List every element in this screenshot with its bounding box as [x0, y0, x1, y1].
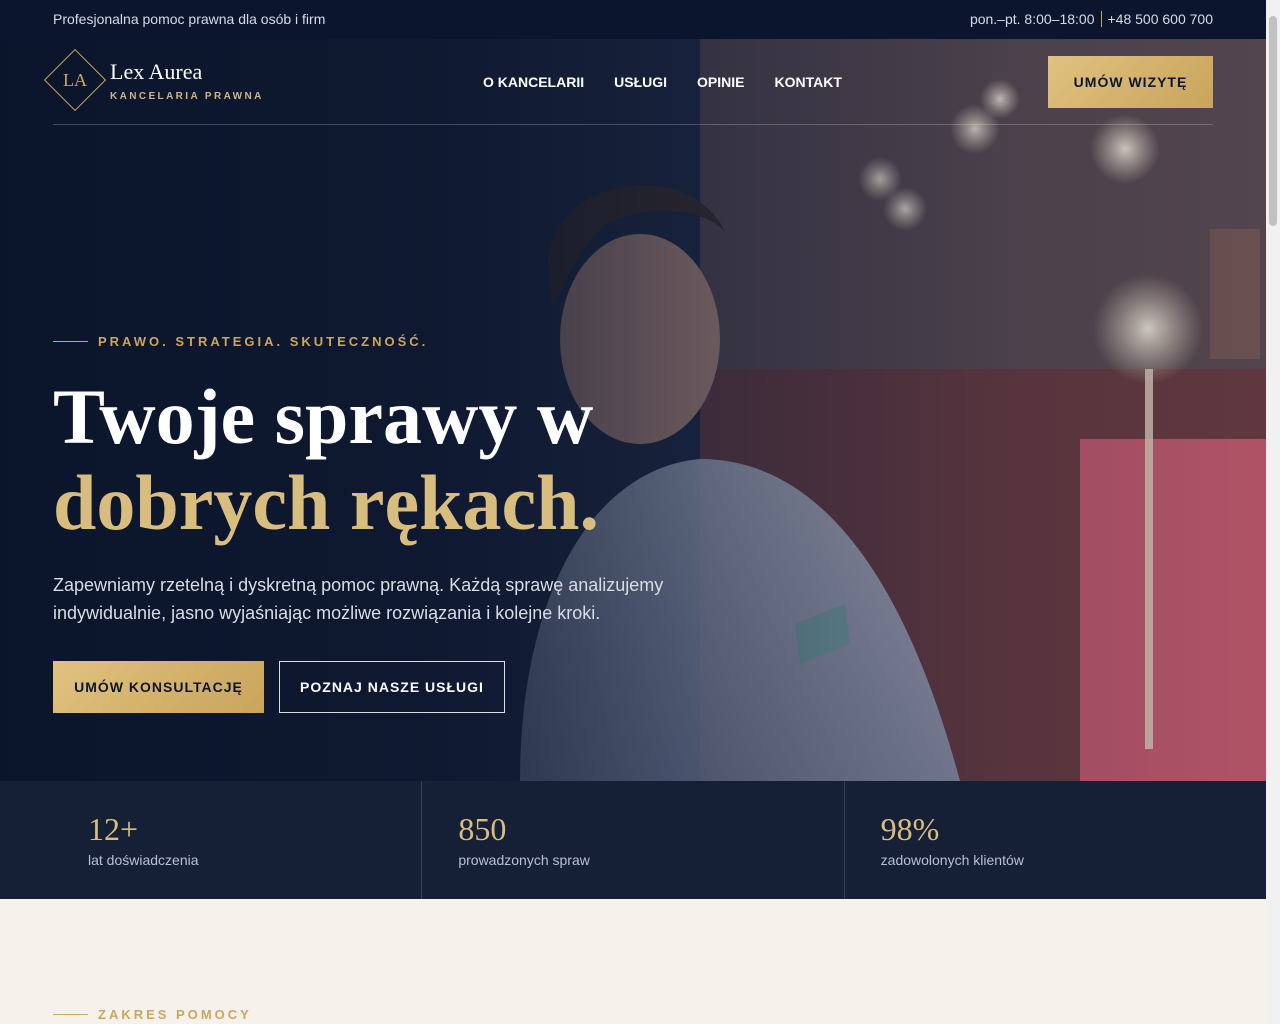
opening-hours: pon.–pt. 8:00–18:00 [969, 11, 1095, 27]
hero-lead: Zapewniamy rzetelną i dyskretną pomoc pr… [53, 575, 664, 623]
hero-title-line1: Twoje sprawy w [53, 373, 594, 460]
book-consultation-button[interactable]: UMÓW KONSULTACJĘ [53, 661, 264, 713]
explore-services-button[interactable]: POZNAJ NASZE USŁUGI [279, 661, 505, 713]
hero-tagline: PRAWO. STRATEGIA. SKUTECZNOŚĆ. [53, 334, 428, 349]
stat-value: 12+ [88, 811, 139, 847]
hero-section: LA Lex Aurea KANCELARIA PRAWNA O KANCELA… [0, 39, 1266, 781]
logo[interactable]: LA Lex Aurea KANCELARIA PRAWNA [43, 48, 264, 112]
scrollbar-thumb[interactable] [1269, 16, 1277, 226]
nav-item-uslugi[interactable]: USŁUGI [614, 74, 667, 90]
stat-item: 12+ lat doświadczenia [0, 781, 423, 899]
nav-item-kontakt[interactable]: KONTAKT [774, 74, 841, 90]
brand-name: Lex Aurea [110, 58, 203, 84]
nav-item-opinie[interactable]: OPINIE [697, 74, 744, 90]
stat-label: prowadzonych spraw [458, 852, 590, 868]
hero-title-line2: dobrych rękach. [53, 459, 599, 546]
stat-value: 850 [458, 811, 507, 847]
stat-label: zadowolonych klientów [880, 852, 1024, 868]
separator [1100, 11, 1102, 27]
tagline-line [53, 1014, 88, 1015]
hero-tagline-text: PRAWO. STRATEGIA. SKUTECZNOŚĆ. [98, 334, 429, 349]
page-scrollbar[interactable] [1266, 0, 1280, 1024]
hero-title: Twoje sprawy w dobrych rękach. [53, 374, 599, 546]
stats-bar: 12+ lat doświadczenia 850 prowadzonych s… [0, 781, 1266, 899]
nav-item-o-kancelarii[interactable]: O KANCELARII [483, 74, 584, 90]
top-info-text: Profesjonalna pomoc prawna dla osób i fi… [53, 11, 326, 27]
main-nav: O KANCELARII USŁUGI OPINIE KONTAKT [483, 74, 842, 90]
logo-text: Lex Aurea KANCELARIA PRAWNA [110, 59, 264, 102]
logo-mark: LA [63, 69, 87, 90]
stat-label: lat doświadczenia [88, 852, 199, 868]
services-tagline-text: ZAKRES POMOCY [98, 1007, 252, 1022]
phone-link[interactable]: +48 500 600 700 [1108, 11, 1214, 27]
top-info-bar: Profesjonalna pomoc prawna dla osób i fi… [0, 0, 1266, 39]
brand-subtitle: KANCELARIA PRAWNA [110, 90, 264, 102]
stat-item: 850 prowadzonych spraw [422, 781, 845, 899]
stat-item: 98% zadowolonych klientów [845, 781, 1266, 899]
logo-emblem: LA [43, 48, 107, 112]
stat-value: 98% [880, 811, 940, 847]
header-divider [53, 124, 1213, 125]
tagline-line [53, 341, 88, 342]
book-visit-button[interactable]: UMÓW WIZYTĘ [1048, 56, 1213, 108]
top-contact: pon.–pt. 8:00–18:00 +48 500 600 700 [970, 11, 1213, 27]
services-section-tagline: ZAKRES POMOCY [53, 1007, 252, 1022]
